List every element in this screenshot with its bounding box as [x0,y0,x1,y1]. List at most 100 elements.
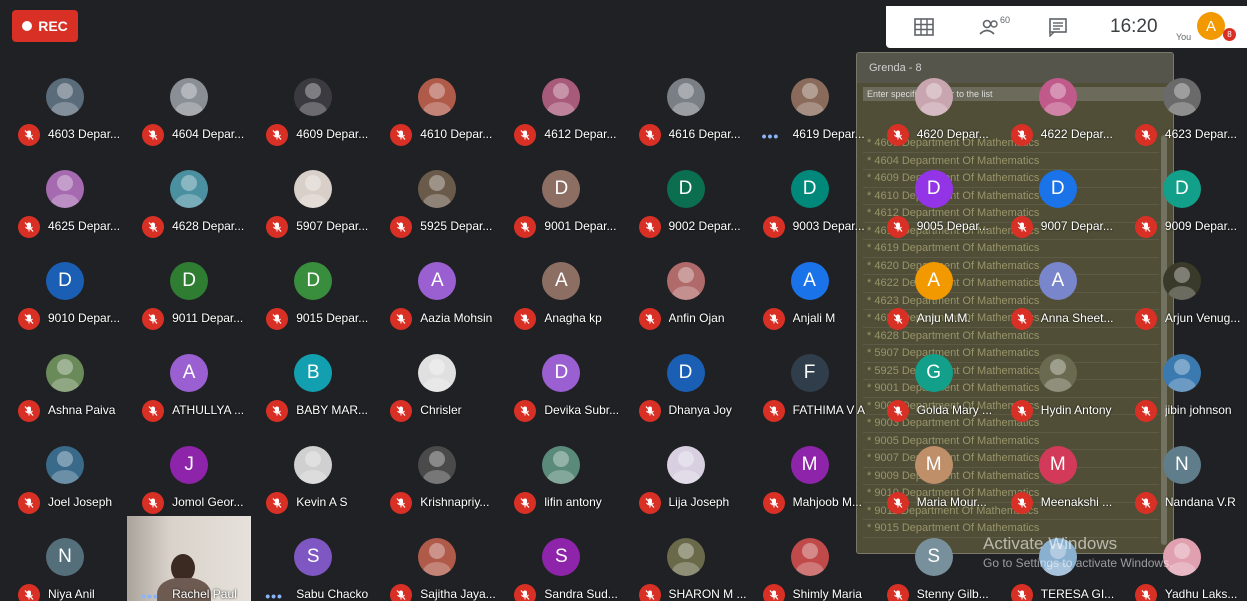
participant-tile[interactable]: J Jomol Geor... [127,428,251,520]
mic-off-icon [1017,498,1027,508]
participant-tile[interactable]: Kevin A S [251,428,375,520]
participant-tile[interactable]: A Anagha kp [499,244,623,336]
participant-tile[interactable]: D 9011 Depar... [127,244,251,336]
participant-tile[interactable]: 4612 Depar... [499,60,623,152]
participant-initial-avatar: D [914,170,953,208]
participant-tile[interactable]: ••• 4619 Depar... [748,60,872,152]
participant-tile[interactable]: S Stenny Gilb... [872,520,996,601]
participant-tile[interactable]: 4625 Depar... [3,152,127,244]
participant-photo-avatar [170,78,209,116]
participant-photo-avatar [418,538,457,576]
participant-photo-avatar [46,170,84,208]
participant-tile[interactable]: D Dhanya Joy [624,336,748,428]
self-avatar[interactable]: A [1197,12,1225,40]
participant-tile[interactable]: Anfin Ojan [624,244,748,336]
participant-tile[interactable]: D 9015 Depar... [251,244,375,336]
mic-off-icon [1141,314,1151,324]
participant-tile[interactable]: M Maria Mour... [872,428,996,520]
participant-tile[interactable]: F FATHIMA V A [748,336,872,428]
muted-badge [390,124,413,146]
muted-badge [1134,492,1157,514]
participant-tile[interactable]: 4623 Depar... [1120,60,1244,152]
participant-name: Nandana V.R [1164,495,1236,509]
participant-tile[interactable]: 4603 Depar... [3,60,127,152]
participant-tile[interactable]: D 9005 Depar... [872,152,996,244]
participant-tile[interactable]: N Niya Anil [3,520,127,601]
participant-tile[interactable]: Arjun Venug... [1120,244,1244,336]
participant-tile[interactable]: B BABY MAR... [251,336,375,428]
muted-badge [1134,216,1157,238]
participant-tile[interactable]: ••• Rachel Paul [127,516,252,601]
participant-tile[interactable]: Joel Joseph [3,428,127,520]
mic-off-icon [520,590,530,600]
participant-tile[interactable]: A Anjali M [748,244,872,336]
participant-tile[interactable]: lifin antony [499,428,623,520]
participant-name: Sandra Sud... [544,587,618,601]
grid-view-icon[interactable] [913,17,935,37]
mic-off-icon [396,406,406,416]
participant-tile[interactable]: 4620 Depar... [872,60,996,152]
participant-tile[interactable]: A Aazia Mohsin [375,244,499,336]
participant-tile[interactable]: jibin johnson [1120,336,1244,428]
participant-tile[interactable]: M Meenakshi ... [996,428,1120,520]
mic-off-icon [272,314,282,324]
participant-tile[interactable]: D 9009 Depar... [1120,152,1244,244]
participant-initial-avatar: D [666,354,705,392]
participant-tile[interactable]: S Sandra Sud... [499,520,623,601]
participant-tile[interactable]: Chrisler [375,336,499,428]
participant-tile[interactable]: N Nandana V.R [1120,428,1244,520]
participant-tile[interactable]: A Anna Sheet... [996,244,1120,336]
participant-tile[interactable]: D 9002 Depar... [624,152,748,244]
participant-tile[interactable]: D 9001 Depar... [499,152,623,244]
mic-off-icon [24,130,34,140]
muted-badge [638,584,661,601]
participant-name: 5925 Depar... [420,219,493,233]
participant-tile[interactable]: D 9010 Depar... [3,244,127,336]
participant-tile[interactable]: Sajitha Jaya... [375,520,499,601]
participant-tile[interactable]: 4610 Depar... [375,60,499,152]
participant-tile[interactable]: 4616 Depar... [624,60,748,152]
participant-photo-avatar [542,78,581,116]
participant-photo-avatar [294,446,333,484]
participant-tile[interactable]: A Anju M.M. [872,244,996,336]
chat-icon[interactable] [1047,17,1069,37]
activate-windows-subtitle: Go to Settings to activate Windows. [983,556,1173,570]
participant-tile[interactable]: S ••• Sabu Chacko [251,520,375,601]
participant-name: SHARON M ... [668,587,747,601]
participant-tile[interactable]: Krishnapriy... [375,428,499,520]
participant-tile[interactable]: Hydin Antony [996,336,1120,428]
participant-photo-avatar [666,262,705,300]
mic-off-icon [272,222,282,232]
participant-tile[interactable]: D 9003 Depar... [748,152,872,244]
participant-tile[interactable]: Shimly Maria [748,520,872,601]
participant-tile[interactable]: G Golda Mary ... [872,336,996,428]
participant-tile[interactable]: Ashna Paiva [3,336,127,428]
participant-tile[interactable]: M Mahjoob M... [748,428,872,520]
people-icon[interactable] [979,17,1001,37]
participant-tile[interactable]: 4609 Depar... [251,60,375,152]
participant-name: Chrisler [420,403,462,417]
participant-name: Anagha kp [544,311,602,325]
participant-tile[interactable]: 4622 Depar... [996,60,1120,152]
participant-tile[interactable]: D 9007 Depar... [996,152,1120,244]
participant-name: jibin johnson [1164,403,1232,417]
participant-name: Ashna Paiva [48,403,116,417]
participant-name: Maria Mour... [916,495,987,509]
muted-badge [18,308,40,330]
participant-name: Dhanya Joy [668,403,732,417]
participant-tile[interactable]: 4628 Depar... [127,152,251,244]
muted-badge [1010,584,1033,601]
participant-tile[interactable]: A ATHULLYA ... [127,336,251,428]
mic-off-icon [769,590,779,600]
people-count: 60 [1000,15,1011,25]
muted-badge [18,216,40,238]
participant-tile[interactable]: SHARON M ... [624,520,748,601]
participant-tile[interactable]: 4604 Depar... [127,60,251,152]
mic-off-icon [520,498,530,508]
participant-tile[interactable]: 5925 Depar... [375,152,499,244]
participant-tile[interactable]: D Devika Subr... [499,336,623,428]
participant-name: 9011 Depar... [172,311,244,325]
participant-name: Lija Joseph [668,495,730,509]
participant-tile[interactable]: Lija Joseph [624,428,748,520]
participant-tile[interactable]: 5907 Depar... [251,152,375,244]
